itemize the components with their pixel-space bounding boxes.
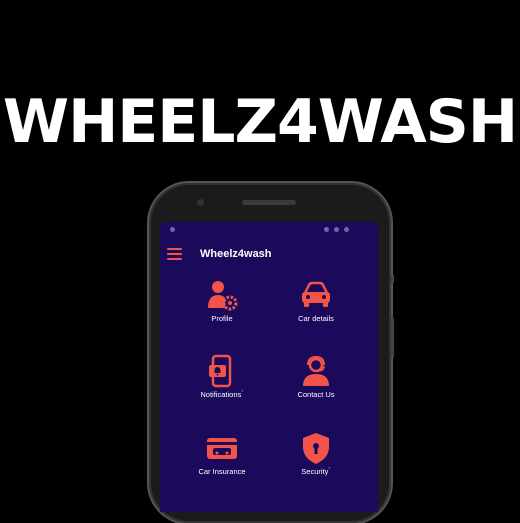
tile-car-details[interactable]: Car details <box>266 278 366 323</box>
tile-label: Security* <box>301 467 331 476</box>
battery-icon <box>344 227 349 232</box>
status-icon <box>170 227 175 232</box>
support-agent-icon <box>303 355 329 386</box>
tile-label: Profile <box>211 314 233 323</box>
notification-phone-icon <box>209 354 232 388</box>
tile-car-insurance[interactable]: Car Insurance <box>172 431 272 476</box>
camera-icon <box>197 199 204 206</box>
tile-notifications[interactable]: Notifications* <box>172 354 272 399</box>
tile-contact-us[interactable]: Contact Us <box>266 354 366 399</box>
tile-security[interactable]: Security* <box>266 431 366 476</box>
tile-profile[interactable]: Profile <box>172 278 272 323</box>
speaker-grille <box>242 200 296 205</box>
app-screen: Wheelz4wash Profile Car details Notifica… <box>160 222 378 512</box>
required-marker: * <box>241 390 244 396</box>
wifi-icon <box>324 227 329 232</box>
insurance-card-icon <box>207 438 237 459</box>
profile-gear-icon <box>208 281 238 311</box>
tile-label: Contact Us <box>297 390 335 399</box>
tile-label: Car Insurance <box>198 467 246 476</box>
hamburger-menu-icon[interactable] <box>167 248 182 260</box>
required-marker: * <box>328 467 331 473</box>
app-bar: Wheelz4wash <box>160 242 378 268</box>
shield-lock-icon <box>303 433 329 464</box>
volume-button <box>391 318 394 358</box>
car-icon <box>302 281 330 307</box>
tile-label: Car details <box>298 314 334 323</box>
signal-icon <box>334 227 339 232</box>
tile-label: Notifications* <box>200 390 244 399</box>
status-bar <box>160 222 378 236</box>
power-button <box>391 275 394 283</box>
app-title: Wheelz4wash <box>200 248 272 260</box>
banner-title: WHEELZ4WASH <box>2 87 518 157</box>
